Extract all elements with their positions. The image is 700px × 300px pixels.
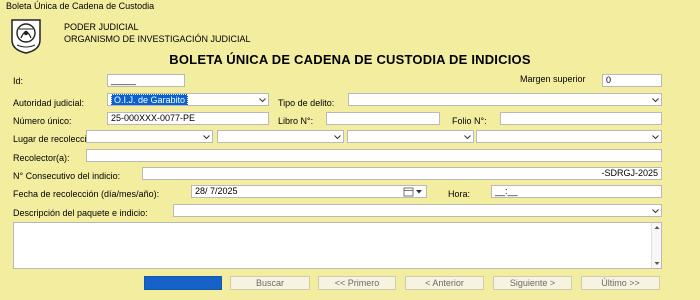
margin-top-label: Margen superior <box>520 74 586 84</box>
consecutive-label: N° Consecutivo del indicio: <box>13 171 121 181</box>
org-line-2: ORGANISMO DE INVESTIGACIÓN JUDICIAL <box>64 34 251 44</box>
first-button[interactable]: << Primero <box>318 276 396 290</box>
chevron-down-icon <box>652 134 659 140</box>
unique-number-label: Número único: <box>13 116 72 126</box>
date-picker[interactable]: 28/ 7/2025 <box>191 185 427 198</box>
time-label: Hora: <box>448 189 471 199</box>
collector-field[interactable] <box>86 149 662 162</box>
chevron-down-icon <box>464 134 471 140</box>
chevron-down-icon <box>259 97 266 103</box>
crime-type-label: Tipo de delito: <box>278 98 335 108</box>
authority-selected-value: O.I.J. de Garabito <box>111 94 189 105</box>
description-label: Descripción del paquete e indicio: <box>13 208 148 218</box>
date-label: Fecha de recolección (día/mes/año): <box>13 189 160 199</box>
id-field[interactable]: _____ <box>107 74 185 87</box>
page-title: BOLETA ÚNICA DE CADENA DE CUSTODIA DE IN… <box>169 52 531 67</box>
collection-place-location-select[interactable] <box>476 130 662 143</box>
chevron-down-icon <box>652 97 659 103</box>
chevron-down-icon <box>334 134 341 140</box>
crime-type-select[interactable] <box>348 93 662 106</box>
id-label: Id: <box>13 76 24 86</box>
search-button[interactable]: Buscar <box>230 276 310 290</box>
authority-select[interactable]: O.I.J. de Garabito <box>107 93 269 106</box>
calendar-icon[interactable] <box>403 187 423 197</box>
consecutive-field[interactable]: -SDRGJ-2025 <box>142 167 662 180</box>
collector-label: Recolector(a): <box>13 153 70 163</box>
last-button[interactable]: Último >> <box>581 276 660 290</box>
collection-place-canton-select[interactable] <box>217 130 344 143</box>
date-value: 28/ 7/2025 <box>195 186 238 196</box>
folio-label: Folio N°: <box>452 116 487 126</box>
folio-field[interactable] <box>500 112 662 125</box>
chevron-down-icon <box>203 134 210 140</box>
collection-place-district-select[interactable] <box>347 130 474 143</box>
chevron-down-icon <box>652 208 659 214</box>
org-line-1: PODER JUDICIAL <box>64 22 139 32</box>
time-field[interactable]: __:__ <box>491 185 662 198</box>
window-title: Boleta Única de Cadena de Custodia <box>0 0 700 13</box>
primary-action-button[interactable] <box>144 276 222 290</box>
judicial-seal-icon <box>9 18 43 54</box>
book-label: Libro N°: <box>278 116 314 126</box>
unique-number-field[interactable]: 25-000XXX-0077-PE <box>107 112 269 125</box>
collection-place-province-select[interactable] <box>86 130 213 143</box>
next-button[interactable]: Siguiente > <box>493 276 572 290</box>
textarea-scrollbar[interactable] <box>651 223 661 268</box>
description-select[interactable] <box>173 204 662 217</box>
description-textarea[interactable] <box>13 222 662 269</box>
margin-top-field[interactable]: 0 <box>602 74 662 87</box>
authority-label: Autoridad judicial: <box>13 98 85 108</box>
book-field[interactable] <box>326 112 440 125</box>
previous-button[interactable]: < Anterior <box>405 276 484 290</box>
